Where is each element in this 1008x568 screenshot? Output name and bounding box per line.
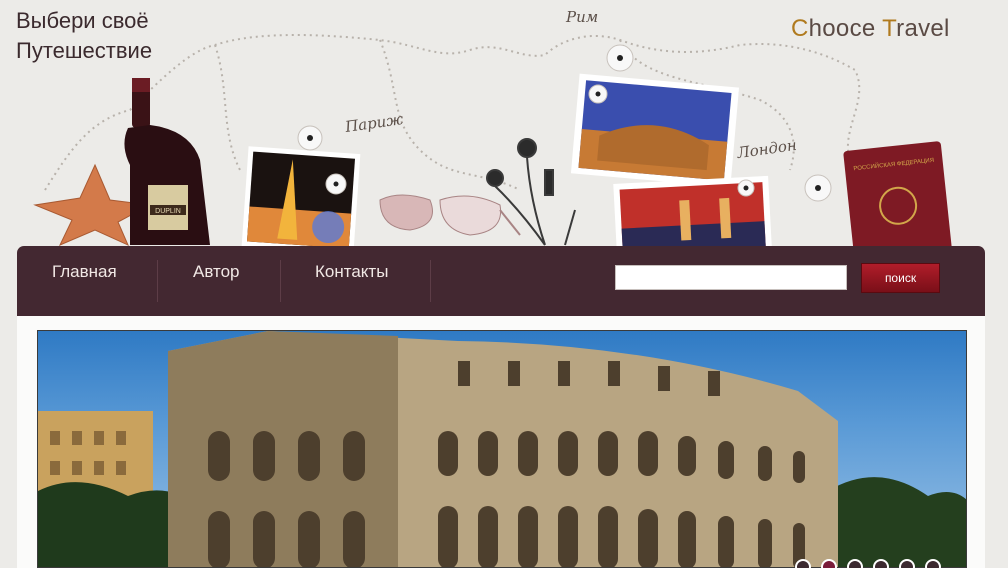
slide-image-colosseum bbox=[38, 331, 966, 567]
brand-letter-t: T bbox=[882, 15, 897, 42]
slider-dot[interactable] bbox=[873, 559, 889, 568]
header: DUPLIN РОССИЙСКАЯ ФЕДЕРАЦИЯ Выбери своё … bbox=[0, 0, 1008, 250]
site-tagline: Выбери своё Путешествие bbox=[16, 6, 152, 66]
bottle-label-text: DUPLIN bbox=[155, 208, 181, 215]
wine-bottle-image: DUPLIN bbox=[124, 78, 210, 245]
slider-dot[interactable] bbox=[925, 559, 941, 568]
image-slider[interactable] bbox=[37, 330, 967, 568]
nav-divider bbox=[157, 260, 158, 302]
search-button[interactable]: поиск bbox=[861, 263, 940, 293]
brand-logo[interactable]: Chooce Travel bbox=[791, 15, 950, 43]
nav-item-contacts[interactable]: Контакты bbox=[315, 262, 388, 282]
passport-image: РОССИЙСКАЯ ФЕДЕРАЦИЯ bbox=[843, 141, 952, 250]
search-input[interactable] bbox=[615, 265, 847, 290]
earphones-image bbox=[486, 138, 576, 246]
nav-divider bbox=[430, 260, 431, 302]
brand-text-1: hooce bbox=[808, 15, 883, 42]
nav-item-author[interactable]: Автор bbox=[193, 262, 240, 282]
slider-dot[interactable] bbox=[847, 559, 863, 568]
brand-text-2: ravel bbox=[896, 15, 950, 42]
slider-dot-active[interactable] bbox=[821, 559, 837, 568]
tagline-line-1: Выбери своё bbox=[16, 8, 149, 33]
sunglasses-image bbox=[379, 194, 521, 236]
main-navbar: Главная Автор Контакты поиск bbox=[17, 246, 985, 316]
brand-letter-c: C bbox=[791, 15, 809, 42]
nav-item-home[interactable]: Главная bbox=[52, 262, 117, 282]
tagline-line-2: Путешествие bbox=[16, 38, 153, 63]
city-label-rome: Рим bbox=[566, 8, 599, 26]
nav-divider bbox=[280, 260, 281, 302]
paris-photo bbox=[241, 146, 361, 250]
slider-dot[interactable] bbox=[795, 559, 811, 568]
slider-dot[interactable] bbox=[899, 559, 915, 568]
